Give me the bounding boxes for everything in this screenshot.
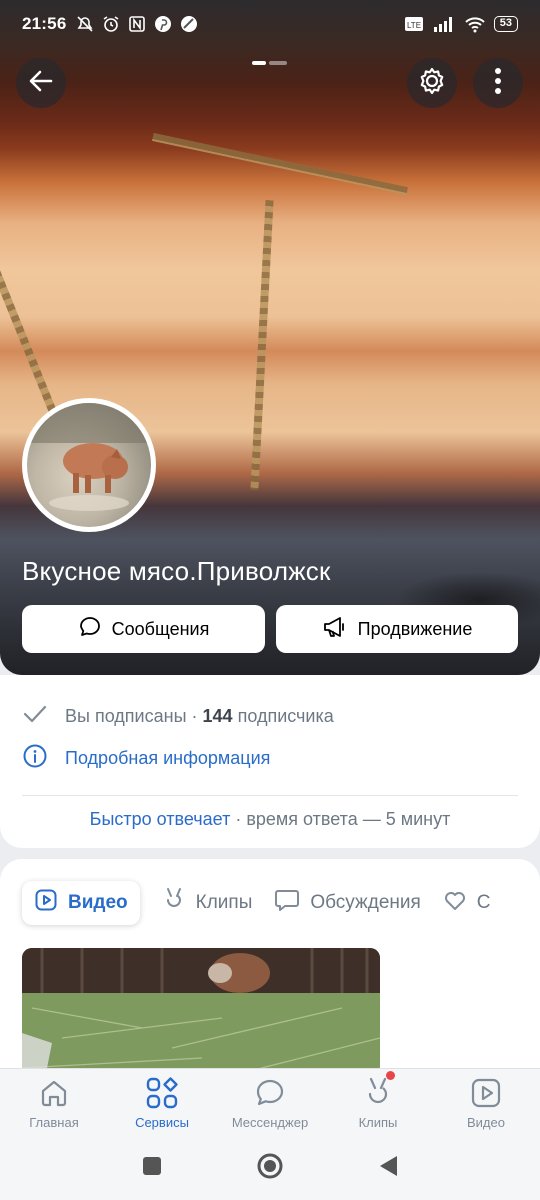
messenger-icon	[252, 1075, 288, 1111]
services-icon	[144, 1075, 180, 1111]
video-icon	[468, 1075, 504, 1111]
alarm-icon	[102, 15, 120, 33]
tab-clips[interactable]: Клипы	[162, 881, 253, 925]
system-navigation-bar	[0, 1136, 540, 1200]
cover-twine	[152, 133, 408, 195]
wifi-icon	[464, 15, 486, 33]
subscribers-label: подписчика	[237, 706, 334, 726]
volte-icon: LTE	[404, 15, 424, 33]
heart-tag-icon	[443, 888, 467, 918]
status-time: 21:56	[22, 14, 67, 33]
tab-video[interactable]: Видео	[22, 881, 140, 925]
home-icon	[36, 1075, 72, 1111]
status-left-icons	[76, 15, 198, 33]
response-time-row: Быстро отвечает · время ответа — 5 минут	[0, 809, 540, 830]
app-notification-icon	[180, 15, 198, 33]
battery-indicator: 53	[493, 16, 518, 32]
triangle-back-icon	[379, 1155, 397, 1176]
tab-more[interactable]: С	[443, 881, 491, 925]
more-button[interactable]	[473, 58, 523, 108]
status-bar: 21:56 LTE 53	[0, 0, 540, 48]
fast-reply-label: Быстро отвечает	[89, 809, 231, 829]
nav-item-video[interactable]: Видео	[432, 1069, 540, 1136]
nav-label-services: Сервисы	[135, 1115, 189, 1130]
tab-discussions-label: Обсуждения	[310, 892, 421, 913]
nav-label-home: Главная	[29, 1115, 79, 1130]
promote-button[interactable]: Продвижение	[276, 605, 518, 653]
arrow-left-icon	[27, 67, 55, 100]
messages-button[interactable]: Сообщения	[22, 605, 265, 653]
info-card: Вы подписаны · 144 подписчика Подробная …	[0, 675, 540, 848]
group-name: Вкусное мясо.Приволжск	[22, 556, 331, 586]
subscription-row[interactable]: Вы подписаны · 144 подписчика	[22, 703, 334, 730]
message-bubble-icon	[78, 615, 102, 644]
details-link[interactable]: Подробная информация	[65, 748, 270, 769]
tab-video-label: Видео	[68, 892, 128, 913]
dots-vertical-icon	[494, 67, 502, 100]
signal-icon	[432, 15, 456, 33]
settings-button[interactable]	[407, 58, 457, 108]
circle-icon	[257, 1153, 283, 1178]
pager-dot	[269, 61, 287, 65]
clips-icon	[162, 887, 186, 919]
details-row[interactable]: Подробная информация	[22, 743, 270, 774]
square-icon	[143, 1156, 162, 1175]
checkmark-icon	[22, 703, 48, 730]
info-separator: ·	[191, 706, 198, 726]
tab-more-label: С	[476, 892, 491, 913]
clips-icon	[360, 1075, 396, 1111]
nav-label-video: Видео	[467, 1115, 505, 1130]
home-system-button[interactable]	[256, 1152, 284, 1185]
mute-icon	[76, 15, 94, 33]
messages-button-label: Сообщения	[111, 618, 210, 639]
pig-picture	[27, 403, 151, 511]
pinterest-icon	[154, 15, 172, 33]
info-circle-icon	[22, 743, 48, 774]
back-button[interactable]	[16, 58, 66, 108]
nav-item-clips[interactable]: Клипы	[324, 1069, 432, 1136]
gear-icon	[417, 66, 447, 101]
nav-label-clips: Клипы	[358, 1115, 398, 1130]
response-time-text: · время ответа — 5 минут	[235, 809, 451, 829]
nav-item-services[interactable]: Сервисы	[108, 1069, 216, 1136]
recent-apps-button[interactable]	[141, 1155, 163, 1182]
cover-pager	[252, 61, 287, 65]
group-avatar[interactable]	[22, 398, 156, 532]
nav-item-messenger[interactable]: Мессенджер	[216, 1069, 324, 1136]
play-square-icon	[34, 888, 58, 918]
bottom-navigation: Главная Сервисы Мессенджер Клипы Видео	[0, 1068, 540, 1136]
nav-item-home[interactable]: Главная	[0, 1069, 108, 1136]
tab-discussions[interactable]: Обсуждения	[274, 881, 421, 925]
megaphone-icon	[322, 615, 348, 644]
content-tabs: Видео Клипы Обсуждения С	[22, 881, 491, 925]
chat-bubble-icon	[274, 888, 300, 918]
system-back-button[interactable]	[377, 1154, 399, 1183]
info-divider	[22, 795, 518, 796]
tab-clips-label: Клипы	[195, 892, 253, 913]
avatar-image	[27, 403, 151, 527]
nav-label-messenger: Мессенджер	[231, 1115, 309, 1130]
cover-twine	[250, 199, 274, 491]
status-right-icons: LTE 53	[404, 15, 518, 33]
promote-button-label: Продвижение	[357, 618, 473, 639]
pager-dot-active	[252, 61, 266, 65]
subscribers-count: 144	[202, 706, 233, 726]
notification-badge	[386, 1071, 395, 1080]
subscribed-status: Вы подписаны	[65, 706, 187, 726]
svg-text:LTE: LTE	[407, 21, 421, 30]
nfc-icon	[128, 15, 146, 33]
